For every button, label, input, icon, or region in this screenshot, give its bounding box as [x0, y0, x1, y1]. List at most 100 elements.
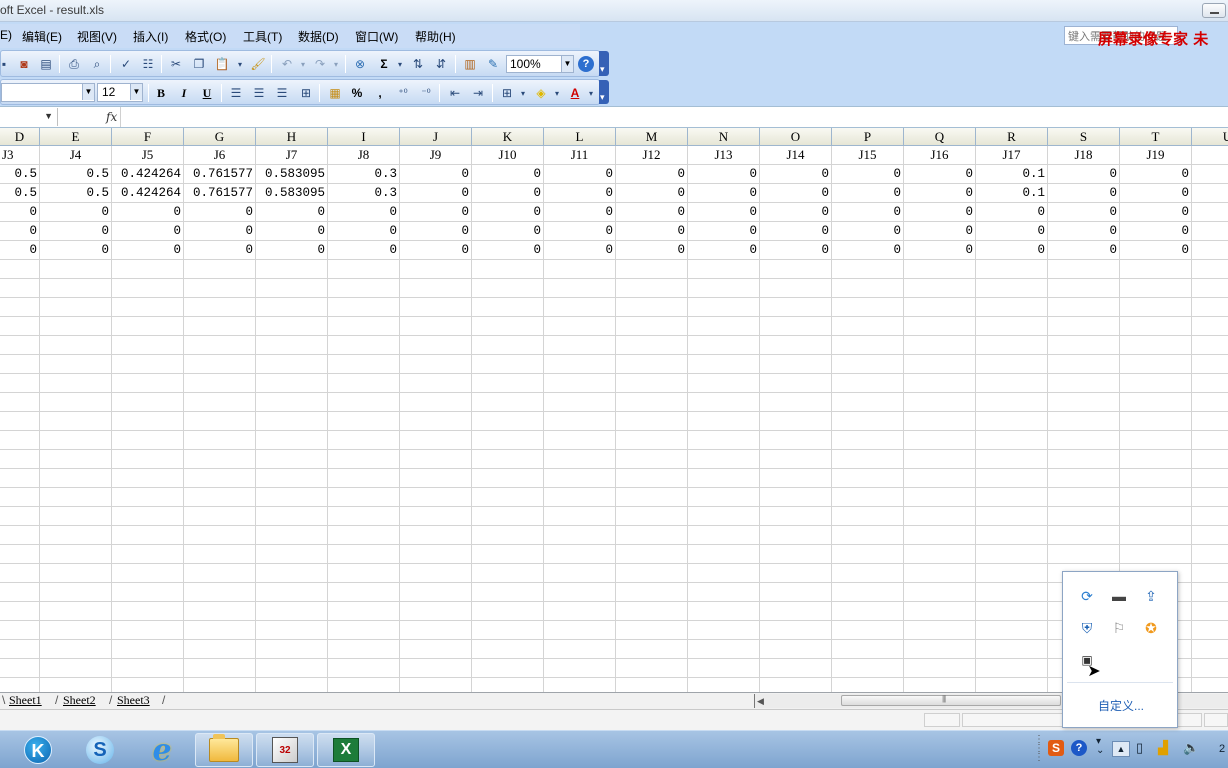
percent-button[interactable]: % — [348, 84, 366, 102]
usb-device-icon[interactable]: ▯ — [1136, 740, 1143, 756]
display-icon[interactable]: ▬ — [1110, 587, 1128, 605]
align-center-icon[interactable]: ☰ — [250, 84, 268, 102]
column-header-p[interactable]: P — [832, 128, 904, 146]
column-header-l[interactable]: L — [544, 128, 616, 146]
redo-dropdown-icon[interactable]: ▾ — [327, 55, 345, 73]
column-header-k[interactable]: K — [472, 128, 544, 146]
toolbar-options-icon[interactable] — [599, 51, 609, 76]
favorite-star-icon[interactable]: ✪ — [1142, 619, 1160, 637]
table-cell[interactable]: 0 — [40, 241, 112, 260]
table-cell[interactable]: 0 — [112, 203, 184, 222]
table-cell[interactable]: 0 — [616, 222, 688, 241]
table-cell[interactable]: 0 — [472, 222, 544, 241]
taskbar-sogou-browser[interactable]: S — [82, 733, 118, 767]
column-header-i[interactable]: I — [328, 128, 400, 146]
table-cell[interactable]: 0 — [1120, 184, 1192, 203]
table-cell[interactable]: 0 — [184, 241, 256, 260]
ime-options-icon[interactable]: ▾ ⌄ — [1096, 737, 1104, 756]
header-cell[interactable]: J6 — [184, 146, 256, 165]
menu-item-file[interactable]: E) — [0, 28, 12, 42]
table-cell[interactable]: 0 — [328, 203, 400, 222]
column-header-h[interactable]: H — [256, 128, 328, 146]
column-header-o[interactable]: O — [760, 128, 832, 146]
table-cell[interactable]: 0 — [1120, 165, 1192, 184]
chevron-down-icon[interactable]: ▼ — [44, 111, 53, 121]
decrease-decimal-icon[interactable]: ⁻⁰ — [417, 84, 435, 102]
taskbar-screen-recorder[interactable]: 32 — [256, 733, 314, 767]
table-cell[interactable]: 0.5 — [40, 184, 112, 203]
merge-center-icon[interactable]: ⊞ — [297, 84, 315, 102]
sort-descending-icon[interactable]: ⇵ — [432, 55, 450, 73]
table-cell[interactable]: 0 — [1048, 203, 1120, 222]
table-cell[interactable]: 0 — [832, 184, 904, 203]
table-cell[interactable]: 0 — [472, 203, 544, 222]
table-cell[interactable]: 0.761577 — [184, 184, 256, 203]
header-cell[interactable]: J4 — [40, 146, 112, 165]
table-cell[interactable]: 0 — [688, 184, 760, 203]
table-cell[interactable]: 0 — [760, 222, 832, 241]
table-cell[interactable]: 0 — [760, 203, 832, 222]
header-cell[interactable]: J17 — [976, 146, 1048, 165]
scroll-left-icon[interactable]: ◀ — [757, 694, 764, 708]
table-cell[interactable]: 0 — [40, 203, 112, 222]
print-area-icon[interactable]: ▤ — [37, 55, 55, 73]
table-cell[interactable]: 0 — [40, 222, 112, 241]
menu-item-format[interactable]: 格式(O) — [185, 28, 226, 45]
column-header-s[interactable]: S — [1048, 128, 1120, 146]
menu-item-tools[interactable]: 工具(T) — [243, 28, 282, 45]
table-cell[interactable]: 0 — [256, 222, 328, 241]
table-cell[interactable]: 0 — [832, 165, 904, 184]
table-cell[interactable]: 0 — [328, 222, 400, 241]
table-cell[interactable]: 0 — [832, 203, 904, 222]
toolbar-options-icon[interactable] — [599, 80, 609, 104]
table-cell[interactable]: 0 — [472, 241, 544, 260]
help-icon[interactable]: ? — [578, 56, 594, 72]
table-cell[interactable]: 0 — [112, 241, 184, 260]
network-icon[interactable]: ▟ — [1158, 740, 1168, 756]
table-cell[interactable]: 0 — [1048, 241, 1120, 260]
table-cell[interactable]: 0 — [184, 203, 256, 222]
show-hidden-icons-button[interactable]: ▲ — [1112, 741, 1130, 757]
paste-icon[interactable]: 📋 — [213, 55, 231, 73]
bold-button[interactable]: B — [152, 84, 170, 102]
table-cell[interactable]: 0.583095 — [256, 184, 328, 203]
table-cell[interactable]: 0 — [760, 165, 832, 184]
table-cell[interactable]: 0 — [1120, 222, 1192, 241]
table-cell[interactable]: 0 — [184, 222, 256, 241]
paste-dropdown-icon[interactable]: ▾ — [231, 55, 249, 73]
header-cell[interactable]: J16 — [904, 146, 976, 165]
table-cell[interactable]: 0 — [1120, 241, 1192, 260]
name-box[interactable]: ▼ — [0, 108, 58, 126]
column-header-m[interactable]: M — [616, 128, 688, 146]
update-icon[interactable]: ⟳ — [1078, 587, 1096, 605]
minimize-button[interactable] — [1202, 3, 1226, 18]
clock[interactable]: 2 — [1219, 743, 1225, 755]
header-cell[interactable]: J3 — [0, 146, 40, 165]
taskbar-internet-explorer[interactable]: e — [143, 733, 181, 768]
table-cell[interactable]: 0 — [616, 165, 688, 184]
header-cell[interactable]: J12 — [616, 146, 688, 165]
table-cell[interactable]: 0.1 — [976, 165, 1048, 184]
header-cell[interactable]: J9 — [400, 146, 472, 165]
column-header-g[interactable]: G — [184, 128, 256, 146]
menu-item-data[interactable]: 数据(D) — [298, 28, 339, 45]
copy-icon[interactable]: ❐ — [190, 55, 208, 73]
security-shield-icon[interactable]: ⛨ — [1078, 619, 1096, 637]
column-header-f[interactable]: F — [112, 128, 184, 146]
header-cell[interactable]: J10 — [472, 146, 544, 165]
header-cell[interactable]: J13 — [688, 146, 760, 165]
column-header-u[interactable]: U — [1192, 128, 1228, 146]
autosum-dropdown-icon[interactable]: ▾ — [391, 55, 409, 73]
table-cell[interactable]: 0 — [688, 165, 760, 184]
table-cell[interactable]: 0 — [688, 222, 760, 241]
table-cell[interactable]: 0 — [256, 203, 328, 222]
table-cell[interactable]: 0 — [976, 241, 1048, 260]
font-size-select[interactable]: 12 ▼ — [97, 83, 143, 102]
customize-link[interactable]: 自定义... — [1063, 697, 1179, 714]
font-color-dropdown-icon[interactable]: ▾ — [582, 84, 600, 102]
cut-icon[interactable]: ✂ — [167, 55, 185, 73]
column-header-e[interactable]: E — [40, 128, 112, 146]
table-cell[interactable]: 0 — [904, 165, 976, 184]
table-cell[interactable]: 0 — [400, 222, 472, 241]
table-cell[interactable]: 0.424264 — [112, 165, 184, 184]
